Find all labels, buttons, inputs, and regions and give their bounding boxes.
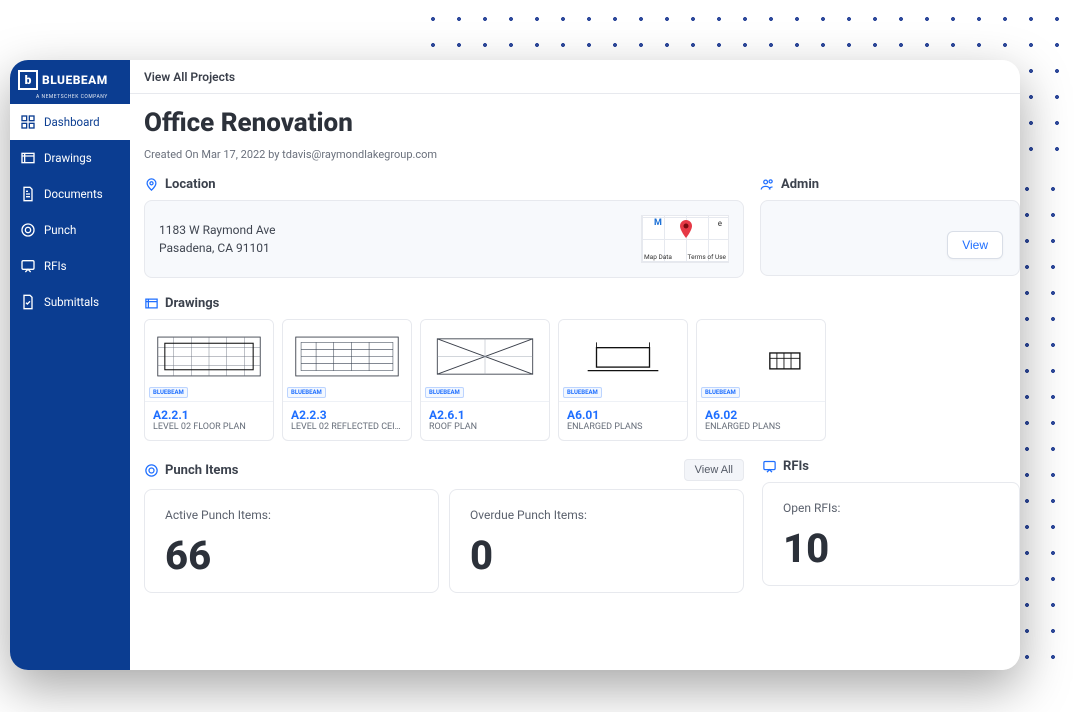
drawings-heading: Drawings [165,296,219,311]
address-line1: 1183 W Raymond Ave [159,221,275,239]
sidebar: b BLUEBEAM A NEMETSCHEK COMPANY Dashboar… [10,60,130,670]
drawing-code: A6.02 [705,408,817,422]
drawing-thumbnail: BLUEBEAM [283,320,411,402]
drawing-title: ENLARGED PLANS [567,422,679,432]
drawing-thumbnail: BLUEBEAM [697,320,825,402]
drawing-card[interactable]: BLUEBEAM A6.01 ENLARGED PLANS [558,319,688,441]
drawing-title: LEVEL 02 REFLECTED CEIL... [291,422,403,432]
punch-icon [20,222,36,238]
stat-card-active-punch: Active Punch Items: 66 [144,489,439,593]
drawing-title: ROOF PLAN [429,422,541,432]
stat-card-open-rfis: Open RFIs: 10 [762,482,1020,586]
rfis-section-icon [762,459,777,474]
drawing-code: A2.2.1 [153,408,265,422]
map-data-label: Map Data [644,253,672,261]
stat-value: 66 [165,536,418,576]
rfis-section: RFIs Open RFIs: 10 [762,459,1020,593]
drawing-title: ENLARGED PLANS [705,422,817,432]
view-admin-button[interactable]: View [947,231,1003,259]
admin-users-icon [760,177,775,192]
sidebar-item-label: Submittals [44,295,99,309]
map-terms-label: Terms of Use [688,253,726,261]
sidebar-item-label: Dashboard [44,115,100,129]
brand-name: BLUEBEAM [42,73,108,87]
sidebar-item-rfis[interactable]: RFIs [10,248,130,284]
map-marker-label: e [718,219,722,228]
location-card: 1183 W Raymond Ave Pasadena, CA 91101 M … [144,200,744,278]
brand-mark-icon: b [18,70,38,90]
punch-section-icon [144,463,159,478]
mini-map[interactable]: M e Map Data Terms of Use [641,215,729,263]
created-line: Created On Mar 17, 2022 by tdavis@raymon… [144,148,1020,161]
sidebar-item-documents[interactable]: Documents [10,176,130,212]
dashboard-icon [20,114,36,130]
drawing-code: A2.2.3 [291,408,403,422]
stat-label: Active Punch Items: [165,508,418,522]
drawings-section: Drawings BLUEBEAM A2.2.1 LEVEL 0 [144,296,1020,441]
drawing-thumbnail: BLUEBEAM [421,320,549,402]
thumb-brand-label: BLUEBEAM [425,387,464,398]
location-section: Location 1183 W Raymond Ave Pasadena, CA… [144,177,744,278]
brand-logo: b BLUEBEAM [10,60,130,96]
documents-icon [20,186,36,202]
sidebar-item-label: Drawings [44,151,92,165]
location-pin-icon [144,177,159,192]
sidebar-item-label: Documents [44,187,103,201]
stat-value: 0 [470,536,723,576]
admin-card: View [760,200,1020,276]
sidebar-item-label: RFIs [44,259,67,273]
sidebar-item-submittals[interactable]: Submittals [10,284,130,320]
punch-section: Punch Items View All Active Punch Items:… [144,459,744,593]
sidebar-item-label: Punch [44,223,76,237]
stat-label: Overdue Punch Items: [470,508,723,522]
sidebar-item-punch[interactable]: Punch [10,212,130,248]
sidebar-item-dashboard[interactable]: Dashboard [10,104,130,140]
drawing-code: A2.6.1 [429,408,541,422]
address: 1183 W Raymond Ave Pasadena, CA 91101 [159,221,275,257]
stat-card-overdue-punch: Overdue Punch Items: 0 [449,489,744,593]
drawing-card[interactable]: BLUEBEAM A6.02 ENLARGED PLANS [696,319,826,441]
submittals-icon [20,294,36,310]
location-heading: Location [165,177,216,192]
thumb-brand-label: BLUEBEAM [287,387,326,398]
thumb-brand-label: BLUEBEAM [563,387,602,398]
brand-subtitle: A NEMETSCHEK COMPANY [10,94,130,100]
drawing-card[interactable]: BLUEBEAM A2.6.1 ROOF PLAN [420,319,550,441]
drawing-card[interactable]: BLUEBEAM A2.2.1 LEVEL 02 FLOOR PLAN [144,319,274,441]
app-window: b BLUEBEAM A NEMETSCHEK COMPANY Dashboar… [10,60,1020,670]
map-pin-icon [680,220,692,238]
thumb-brand-label: BLUEBEAM [149,387,188,398]
rfis-heading: RFIs [783,459,809,474]
topbar: View All Projects [130,60,1020,94]
decorative-dot-grid [1018,170,1074,680]
drawing-code: A6.01 [567,408,679,422]
drawing-thumbnail: BLUEBEAM [559,320,687,402]
sidebar-item-drawings[interactable]: Drawings [10,140,130,176]
address-line2: Pasadena, CA 91101 [159,239,275,257]
view-all-punch-button[interactable]: View All [684,459,744,481]
drawings-section-icon [144,296,159,311]
map-marker-label: M [652,218,664,228]
punch-heading: Punch Items [165,463,238,478]
drawing-card[interactable]: BLUEBEAM A2.2.3 LEVEL 02 REFLECTED CEIL.… [282,319,412,441]
admin-heading: Admin [781,177,819,192]
rfis-icon [20,258,36,274]
stat-label: Open RFIs: [783,501,999,515]
stat-value: 10 [783,529,999,569]
page-title: Office Renovation [144,108,1020,138]
drawings-icon [20,150,36,166]
drawing-thumbnail: BLUEBEAM [145,320,273,402]
view-all-projects-link[interactable]: View All Projects [144,70,235,84]
admin-section: Admin View [760,177,1020,278]
main: View All Projects Office Renovation Crea… [130,60,1020,670]
drawing-title: LEVEL 02 FLOOR PLAN [153,422,265,432]
thumb-brand-label: BLUEBEAM [701,387,740,398]
